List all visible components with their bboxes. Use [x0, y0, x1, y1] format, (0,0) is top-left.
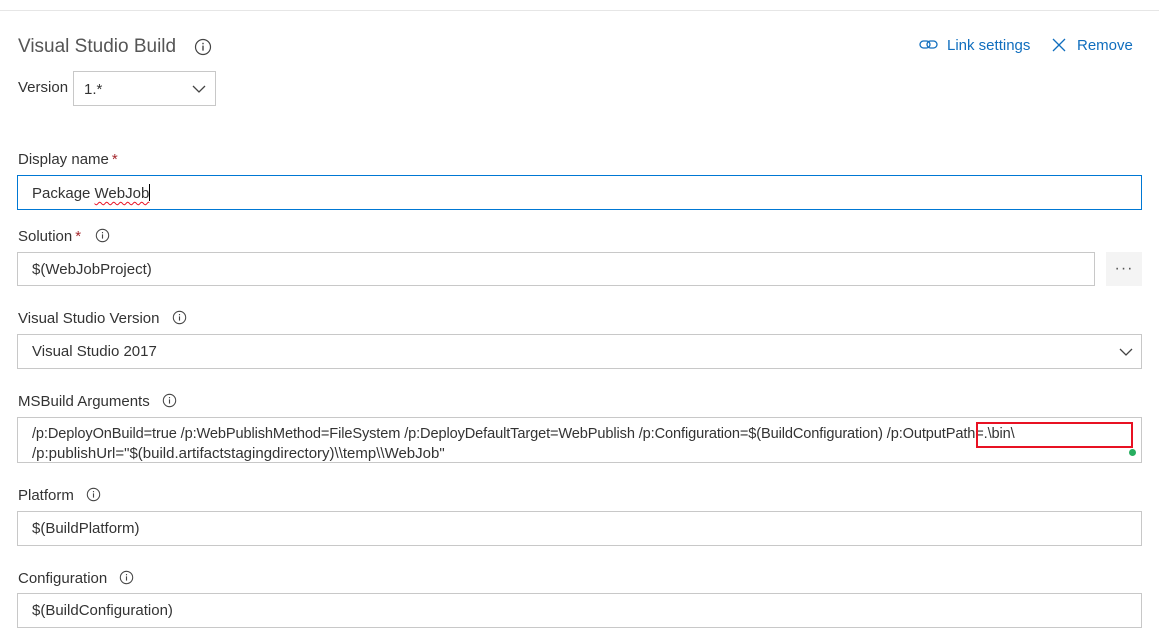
msbuild-args-label: MSBuild Arguments [18, 393, 177, 410]
link-settings-label: Link settings [947, 36, 1031, 54]
info-icon[interactable] [86, 487, 101, 502]
solution-value: $(WebJobProject) [32, 261, 152, 278]
display-name-value: Package WebJob [32, 184, 151, 202]
version-value: 1.* [84, 81, 103, 98]
remove-button[interactable]: Remove [1052, 35, 1133, 55]
platform-label-text: Platform [18, 487, 74, 504]
platform-label: Platform [18, 487, 101, 504]
msbuild-args-label-text: MSBuild Arguments [18, 393, 150, 410]
display-name-value-prefix: Package [32, 185, 95, 202]
info-icon[interactable] [162, 393, 177, 408]
required-marker: * [75, 228, 82, 245]
remove-label: Remove [1077, 36, 1133, 54]
vs-version-value: Visual Studio 2017 [32, 343, 157, 360]
configuration-label: Configuration [18, 570, 134, 587]
required-marker: * [111, 151, 118, 168]
solution-input[interactable]: $(WebJobProject) [17, 252, 1095, 286]
version-select[interactable]: 1.* [73, 71, 216, 106]
version-label: Version [18, 79, 69, 96]
configuration-value: $(BuildConfiguration) [32, 602, 173, 619]
configuration-label-text: Configuration [18, 570, 108, 587]
msbuild-args-line-1: /p:DeployOnBuild=true /p:WebPublishMetho… [32, 426, 1015, 442]
top-divider [0, 10, 1159, 11]
vs-version-label: Visual Studio Version [18, 310, 187, 327]
msbuild-args-textarea[interactable]: /p:DeployOnBuild=true /p:WebPublishMetho… [17, 417, 1142, 463]
info-icon[interactable] [172, 310, 187, 325]
info-icon[interactable] [95, 228, 110, 243]
solution-label: Solution * [18, 228, 110, 245]
platform-input[interactable]: $(BuildPlatform) [17, 511, 1142, 546]
platform-value: $(BuildPlatform) [32, 520, 140, 537]
display-name-label-text: Display name [18, 151, 109, 168]
display-name-input[interactable]: Package WebJob [17, 175, 1142, 210]
info-icon[interactable] [119, 570, 134, 585]
vs-version-label-text: Visual Studio Version [18, 310, 160, 327]
solution-label-text: Solution [18, 228, 73, 245]
close-icon [1052, 38, 1066, 52]
msbuild-args-line-2: /p:publishUrl="$(build.artifactstagingdi… [32, 445, 445, 462]
chevron-down-icon [1119, 348, 1133, 356]
link-settings-button[interactable]: Link settings [919, 35, 1030, 55]
spellcheck-word: WebJob [94, 185, 150, 202]
task-title: Visual Studio Build [18, 36, 177, 57]
status-dot [1129, 449, 1136, 456]
browse-button[interactable]: ··· [1106, 252, 1142, 286]
chevron-down-icon [192, 85, 206, 93]
text-cursor [149, 184, 151, 201]
configuration-input[interactable]: $(BuildConfiguration) [17, 593, 1142, 628]
vs-version-select[interactable]: Visual Studio 2017 [17, 334, 1142, 369]
display-name-label: Display name * [18, 151, 118, 168]
link-icon [919, 40, 938, 49]
info-icon[interactable] [194, 38, 212, 56]
